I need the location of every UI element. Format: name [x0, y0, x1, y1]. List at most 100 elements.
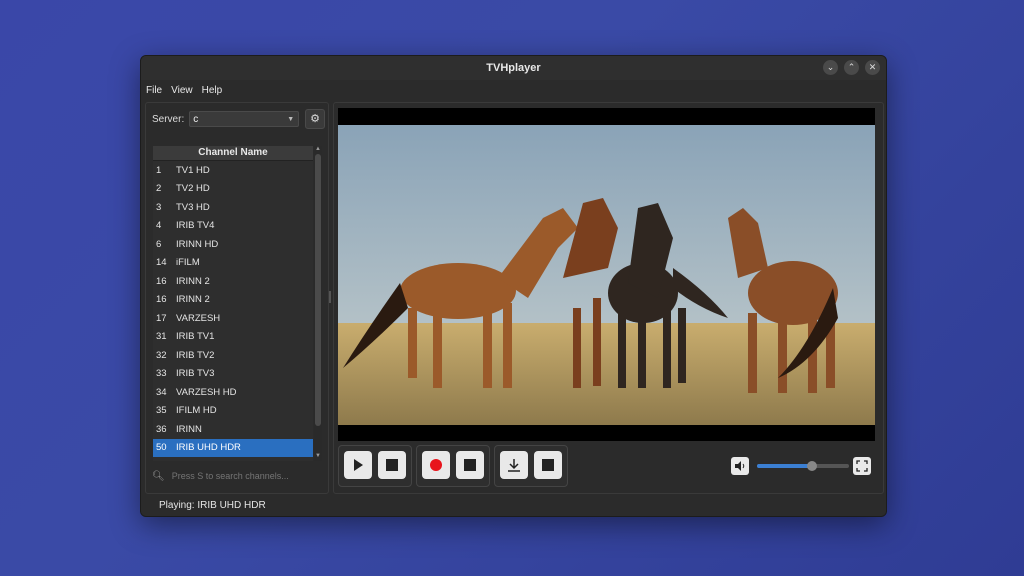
channel-number: 2	[156, 183, 162, 195]
window-title: TVHplayer	[486, 62, 541, 74]
channel-number: 1	[156, 164, 162, 176]
channel-number: 16	[156, 275, 167, 287]
channel-number: 4	[156, 220, 162, 232]
playback-controls	[338, 445, 568, 487]
status-bar: Playing: IRIB UHD HDR	[141, 496, 886, 516]
play-group	[338, 445, 412, 487]
menu-view[interactable]: View	[171, 85, 193, 96]
channel-number: 3	[156, 201, 162, 213]
video-frame	[338, 108, 875, 441]
volume-icon	[735, 461, 745, 471]
gear-icon: ⚙	[310, 113, 320, 125]
scrollbar-thumb[interactable]	[315, 154, 321, 426]
download-icon	[508, 459, 520, 472]
channel-name: IRIB UHD HDR	[176, 442, 241, 454]
channel-number: 32	[156, 349, 167, 361]
server-label: Server:	[152, 113, 185, 125]
channel-name: TV1 HD	[176, 164, 210, 176]
status-text: Playing: IRIB UHD HDR	[159, 500, 266, 511]
channel-number: 50	[156, 442, 167, 454]
channel-row[interactable]: 2 TV2 HD	[153, 180, 313, 199]
channel-row[interactable]: 4 IRIB TV4	[153, 217, 313, 236]
channel-row[interactable]: 14 iFILM	[153, 254, 313, 273]
close-button[interactable]: ✕	[865, 60, 880, 75]
download-group	[494, 445, 568, 487]
channel-name: IRINN HD	[176, 238, 219, 250]
channel-number: 36	[156, 423, 167, 435]
menu-help[interactable]: Help	[202, 85, 223, 96]
channel-row[interactable]: 32 IRIB TV2	[153, 346, 313, 365]
play-icon	[354, 459, 363, 471]
channel-number: 16	[156, 294, 167, 306]
channel-number: 14	[156, 257, 167, 269]
volume-knob[interactable]	[807, 461, 818, 471]
mute-button[interactable]	[731, 457, 749, 475]
stop-icon	[386, 459, 398, 471]
channel-name: IRIB TV4	[176, 220, 215, 232]
video-display[interactable]	[338, 108, 875, 441]
channel-name: IFILM HD	[176, 405, 217, 417]
stop-icon	[464, 459, 476, 471]
minimize-button[interactable]: ⌄	[823, 60, 838, 75]
stop-button[interactable]	[378, 451, 406, 479]
channel-name: TV2 HD	[176, 183, 210, 195]
player-panel	[333, 102, 884, 494]
channel-number: 33	[156, 368, 167, 380]
server-settings-button[interactable]: ⚙	[305, 109, 325, 129]
channel-row[interactable]: 6 IRINN HD	[153, 235, 313, 254]
channel-number: 34	[156, 386, 167, 398]
channel-rows: 1 TV1 HD 2 TV2 HD 3 TV3 HD 4 IRIB TV4 6 IRINN HD 1…	[153, 161, 313, 457]
channel-row[interactable]: 33 IRIB TV3	[153, 365, 313, 384]
channel-row[interactable]: 35 IFILM HD	[153, 402, 313, 421]
channel-row[interactable]: 3 TV3 HD	[153, 198, 313, 217]
server-select[interactable]: c ▼	[189, 111, 300, 127]
channel-row[interactable]: 34 VARZESH HD	[153, 383, 313, 402]
stop-download-button[interactable]	[534, 451, 562, 479]
channel-name: IRINN 2	[176, 294, 210, 306]
channel-name: IRIB TV3	[176, 368, 215, 380]
app-window: TVHplayer ⌄ ⌃ ✕ File View Help Server: c…	[140, 55, 887, 517]
scroll-up-icon[interactable]: ▲	[314, 146, 322, 154]
menu-file[interactable]: File	[146, 85, 162, 96]
channel-name: VARZESH	[176, 312, 221, 324]
channel-number: 35	[156, 405, 167, 417]
channel-name-header[interactable]: Channel Name	[153, 146, 313, 161]
fullscreen-button[interactable]	[853, 457, 871, 475]
server-row: Server: c ▼	[152, 111, 300, 127]
channel-search: 🔍︎	[152, 467, 322, 485]
download-button[interactable]	[500, 451, 528, 479]
record-button[interactable]	[422, 451, 450, 479]
server-value: c	[193, 114, 199, 125]
channel-sidebar: Server: c ▼ ⚙ Channel Name 1 TV1 HD 2 TV2 H…	[145, 102, 329, 494]
record-group	[416, 445, 490, 487]
channel-row[interactable]: 36 IRINN	[153, 420, 313, 439]
panel-splitter[interactable]	[329, 291, 331, 303]
channel-row[interactable]: 1 TV1 HD	[153, 161, 313, 180]
channel-number: 31	[156, 331, 167, 343]
volume-slider[interactable]	[757, 461, 849, 471]
maximize-button[interactable]: ⌃	[844, 60, 859, 75]
channel-list: Channel Name 1 TV1 HD 2 TV2 HD 3 TV3 HD 4 IRIB …	[153, 146, 313, 461]
stop-record-button[interactable]	[456, 451, 484, 479]
channel-name: IRIB TV2	[176, 349, 215, 361]
window-controls: ⌄ ⌃ ✕	[823, 60, 880, 75]
channel-row[interactable]: 16 IRINN 2	[153, 272, 313, 291]
search-input[interactable]	[169, 470, 322, 482]
scroll-down-icon[interactable]: ▼	[314, 453, 322, 461]
channel-name: IRINN	[176, 423, 202, 435]
channel-row[interactable]: 31 IRIB TV1	[153, 328, 313, 347]
channel-list-scrollbar[interactable]: ▲ ▼	[314, 146, 322, 461]
channel-number: 17	[156, 312, 167, 324]
menu-bar: File View Help	[141, 80, 886, 100]
chevron-down-icon: ▼	[287, 116, 295, 123]
channel-name: IRINN 2	[176, 275, 210, 287]
channel-row[interactable]: 16 IRINN 2	[153, 291, 313, 310]
channel-name: TV3 HD	[176, 201, 210, 213]
channel-row[interactable]: 17 VARZESH	[153, 309, 313, 328]
stop-icon	[542, 459, 554, 471]
search-icon: 🔍︎	[152, 470, 165, 482]
fullscreen-icon	[856, 460, 868, 472]
channel-name: iFILM	[176, 257, 200, 269]
channel-row[interactable]: 50 IRIB UHD HDR	[153, 438, 313, 457]
play-button[interactable]	[344, 451, 372, 479]
